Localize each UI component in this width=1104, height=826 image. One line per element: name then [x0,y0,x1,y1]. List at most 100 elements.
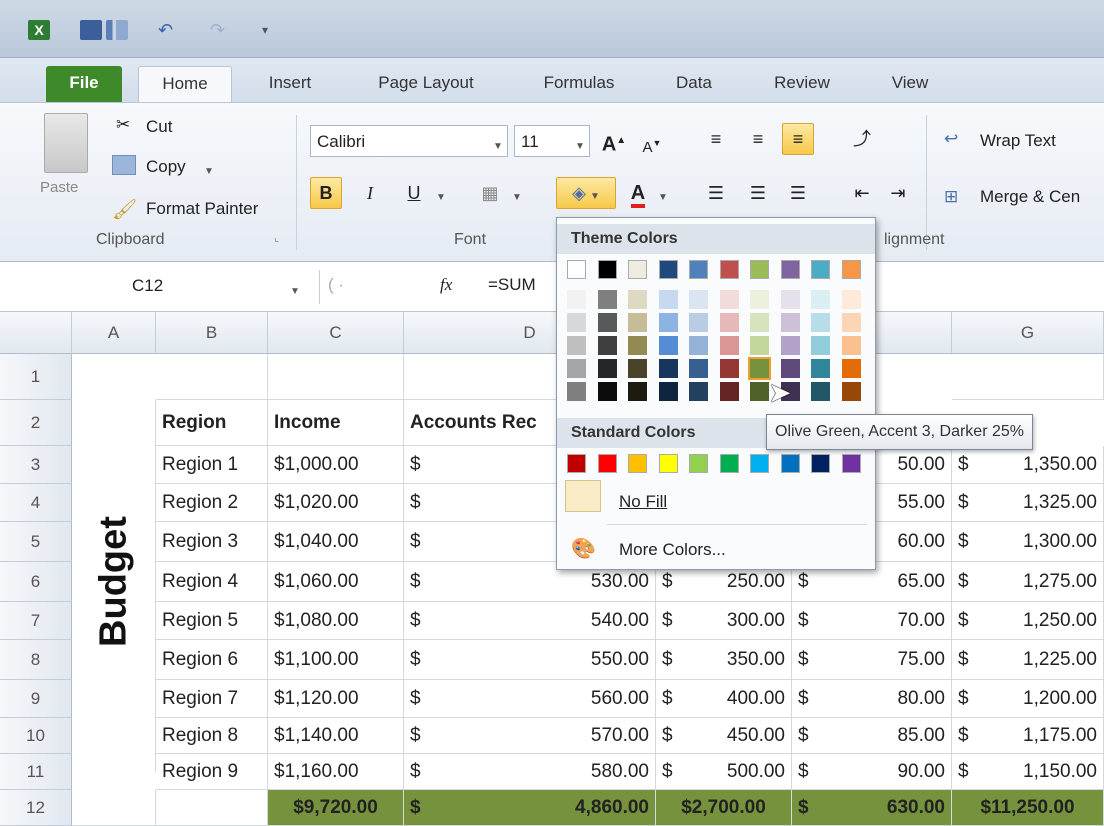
currency-symbol[interactable]: $ [404,522,434,562]
theme-shade-swatch[interactable] [689,290,708,309]
currency-symbol[interactable]: $ [792,640,822,680]
row-header[interactable]: 12 [0,790,72,826]
theme-shade-swatch[interactable] [780,336,800,355]
theme-shade-swatch[interactable] [719,313,739,332]
e-cell[interactable]: 500.00 [686,754,792,790]
font-size-combo[interactable]: 11 ▼ [514,125,590,157]
tab-review[interactable]: Review [764,66,840,102]
g-cell[interactable]: 1,200.00 [982,680,1104,718]
italic-button[interactable]: I [354,177,386,209]
region-cell[interactable]: Region 6 [156,640,268,680]
standard-color-swatch[interactable] [658,454,678,473]
currency-symbol[interactable]: $ [656,640,686,680]
theme-shade-swatch[interactable] [841,290,861,309]
paste-button[interactable]: Paste [40,179,78,196]
theme-shade-swatch[interactable] [689,382,708,401]
theme-shade-swatch[interactable] [689,359,708,378]
f-cell[interactable]: 85.00 [822,718,952,754]
theme-shade-swatch[interactable] [628,336,647,355]
standard-color-swatch[interactable] [628,454,647,473]
standard-color-swatch[interactable] [750,454,769,473]
currency-symbol[interactable]: $ [656,718,686,754]
underline-button[interactable]: U [398,177,430,209]
cut-button[interactable]: Cut [146,117,172,137]
scissors-icon[interactable]: ✂ [116,115,130,135]
cell[interactable] [952,354,1104,400]
align-left-icon[interactable]: ☰ [700,177,732,209]
column-header-b[interactable]: B [156,312,268,354]
theme-shade-swatch[interactable] [750,290,769,309]
f-cell[interactable]: 80.00 [822,680,952,718]
theme-shade-swatch[interactable] [689,336,708,355]
align-right-icon[interactable]: ☰ [782,177,814,209]
theme-shade-swatch[interactable] [750,336,769,355]
merge-center-icon[interactable]: ⊞ [944,187,958,207]
theme-shade-swatch[interactable] [567,359,586,378]
theme-color-swatch[interactable] [658,260,678,279]
theme-shade-swatch[interactable] [628,359,647,378]
shrink-font-icon[interactable]: A▼ [636,127,668,159]
row-header[interactable]: 9 [0,680,72,718]
income-cell[interactable]: $1,100.00 [268,640,404,680]
currency-symbol[interactable]: $ [656,754,686,790]
align-bottom-icon[interactable]: ≡ [782,123,814,155]
currency-symbol[interactable]: $ [952,446,982,484]
copy-icon[interactable] [112,155,136,175]
currency-symbol[interactable]: $ [952,718,982,754]
theme-shade-swatch[interactable] [719,336,739,355]
tab-insert[interactable]: Insert [258,66,322,102]
theme-shade-swatch[interactable] [811,359,830,378]
currency-symbol[interactable]: $ [952,522,982,562]
total-income-cell[interactable]: $9,720.00 [268,790,404,826]
undo-icon[interactable]: ↶ [158,20,180,40]
theme-shade-swatch[interactable] [658,359,678,378]
g-cell[interactable]: 1,300.00 [982,522,1104,562]
theme-color-swatch[interactable] [719,260,739,279]
total-f-cell[interactable]: 630.00 [822,790,952,826]
region-cell[interactable]: Region 2 [156,484,268,522]
g-cell[interactable]: 1,175.00 [982,718,1104,754]
theme-shade-swatch[interactable] [780,313,800,332]
theme-shade-swatch[interactable] [658,313,678,332]
theme-shade-swatch[interactable] [597,290,617,309]
g-cell[interactable]: 1,275.00 [982,562,1104,602]
g-cell[interactable]: 1,350.00 [982,446,1104,484]
currency-symbol[interactable]: $ [952,754,982,790]
theme-color-swatch[interactable] [811,260,830,279]
standard-color-swatch[interactable] [841,454,861,473]
palette-icon[interactable]: 🎨 [571,536,596,561]
theme-shade-swatch[interactable] [811,336,830,355]
theme-shade-swatch[interactable] [628,313,647,332]
e-cell[interactable]: 400.00 [686,680,792,718]
column-header-g[interactable]: G [952,312,1104,354]
region-cell[interactable]: Region 4 [156,562,268,602]
currency-symbol[interactable]: $ [792,602,822,640]
budget-merged-cell[interactable]: Budget [72,400,156,772]
accounts-cell[interactable]: 580.00 [434,754,656,790]
chart-icon[interactable] [106,20,128,40]
no-fill-option[interactable]: No Fill [619,492,667,512]
header-region[interactable]: Region [156,400,268,446]
accounts-cell[interactable]: 550.00 [434,640,656,680]
currency-symbol[interactable]: $ [656,602,686,640]
theme-color-swatch[interactable] [780,260,800,279]
currency-symbol[interactable]: $ [792,754,822,790]
theme-shade-swatch[interactable] [841,313,861,332]
accounts-cell[interactable]: 540.00 [434,602,656,640]
standard-color-swatch[interactable] [811,454,830,473]
dialog-launcher-icon[interactable]: ⌞ [274,231,279,244]
cell[interactable] [72,790,156,826]
income-cell[interactable]: $1,140.00 [268,718,404,754]
accounts-cell[interactable]: 560.00 [434,680,656,718]
income-cell[interactable]: $1,160.00 [268,754,404,790]
column-header-a[interactable]: A [72,312,156,354]
select-all-corner[interactable] [0,312,72,354]
align-top-icon[interactable]: ≡ [700,123,732,155]
grow-font-icon[interactable]: A▲ [598,125,630,157]
theme-shade-swatch[interactable] [719,359,739,378]
currency-symbol[interactable]: $ [404,446,434,484]
theme-shade-swatch[interactable] [841,336,861,355]
currency-symbol[interactable]: $ [792,680,822,718]
e-cell[interactable]: 450.00 [686,718,792,754]
theme-color-swatch[interactable] [628,260,647,279]
